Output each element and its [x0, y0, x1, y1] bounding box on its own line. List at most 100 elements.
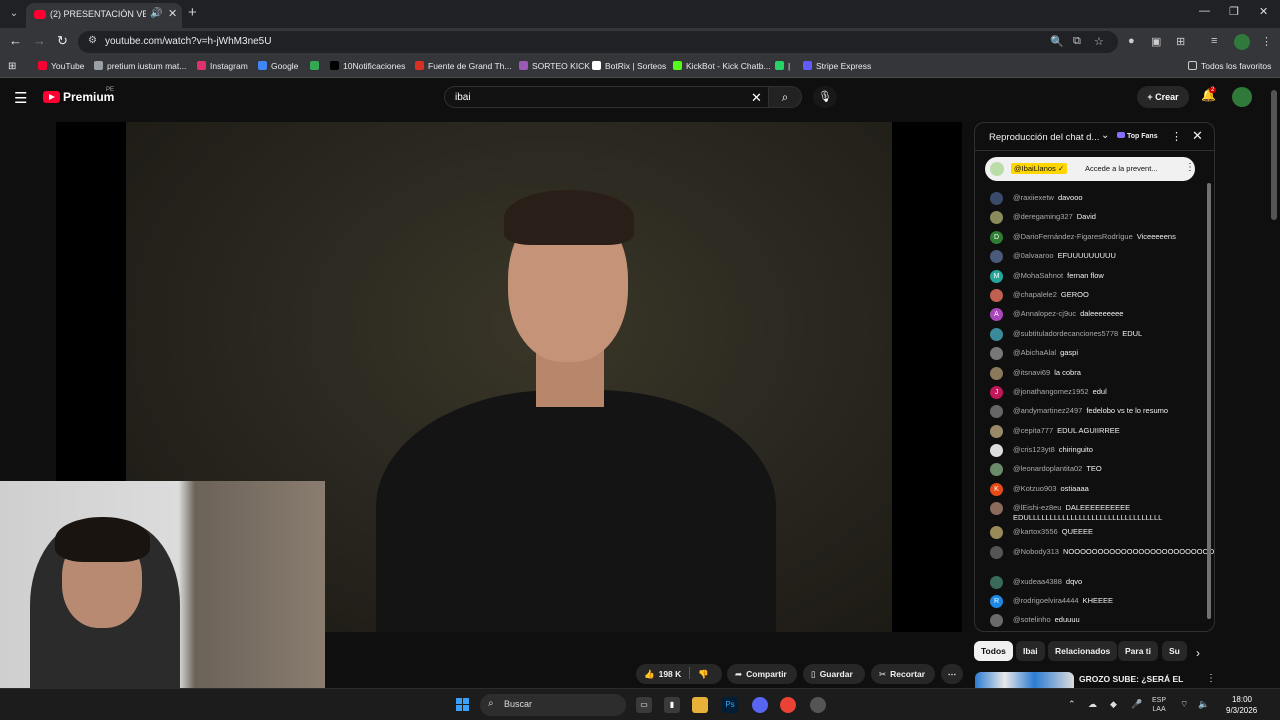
- chat-message[interactable]: @deregaming327 David: [975, 208, 1205, 227]
- chat-username[interactable]: @deregaming327: [1013, 212, 1073, 221]
- minimize-icon[interactable]: —: [1199, 5, 1210, 17]
- chat-message[interactable]: M @MohaSahnot fernan flow: [975, 267, 1205, 286]
- obs-icon[interactable]: [810, 697, 826, 713]
- app-icon[interactable]: ▮: [664, 697, 680, 713]
- save-button[interactable]: ▯ Guardar: [803, 664, 865, 684]
- chat-username[interactable]: @0alvaaroo: [1013, 251, 1054, 260]
- chat-message[interactable]: @chapalele2 GEROO: [975, 286, 1205, 305]
- chat-username[interactable]: @DarioFernández-FigaresRodrígue: [1013, 232, 1133, 241]
- account-avatar[interactable]: [1232, 87, 1252, 107]
- chat-message[interactable]: @sotelinho eduuuu: [975, 611, 1205, 630]
- like-count[interactable]: 198 K: [659, 669, 682, 679]
- pinned-more-icon[interactable]: ⋮: [1185, 162, 1195, 173]
- voice-search-button[interactable]: 🎙: [813, 86, 837, 108]
- task-view-icon[interactable]: ▭: [636, 697, 652, 713]
- chevron-right-icon[interactable]: ›: [1196, 646, 1200, 660]
- menu-icon[interactable]: ☰: [14, 89, 27, 107]
- address-bar[interactable]: ⚙ youtube.com/watch?v=h-jWhM3ne5U 🔍 ⧉ ☆: [78, 31, 1118, 53]
- apps-grid-icon[interactable]: ⊞: [8, 61, 16, 72]
- taskbar-search[interactable]: ⌕ Buscar: [480, 694, 626, 716]
- language-indicator[interactable]: ESP LAA: [1152, 696, 1166, 714]
- chat-message[interactable]: @Nobody313NOOOOOOOOOOOOOOOOOOOOOOOOOOOOO…: [975, 543, 1214, 573]
- chat-message[interactable]: J @jonathangomez1952 edul: [975, 383, 1205, 402]
- bookmark-item[interactable]: 10Notificaciones: [330, 61, 405, 71]
- site-info-icon[interactable]: ⚙: [88, 35, 97, 46]
- file-explorer-icon[interactable]: [692, 697, 708, 713]
- clip-button[interactable]: ✂ Recortar: [871, 664, 935, 684]
- address-url[interactable]: youtube.com/watch?v=h-jWhM3ne5U: [105, 36, 271, 47]
- chrome-icon[interactable]: [780, 697, 796, 713]
- bookmark-star-icon[interactable]: ☆: [1094, 35, 1104, 48]
- bookmark-item[interactable]: BotRix | Sorteos: [592, 61, 666, 71]
- chat-title[interactable]: Reproducción del chat d...: [989, 132, 1101, 143]
- tab-search-icon[interactable]: ⌄: [6, 6, 22, 22]
- chat-scrollbar[interactable]: [1207, 183, 1211, 619]
- window-close-icon[interactable]: ✕: [1259, 5, 1268, 18]
- chat-message[interactable]: @cepita777 EDUL AGUIIRREE: [975, 422, 1205, 441]
- chat-username[interactable]: @cepita777: [1013, 426, 1053, 435]
- clear-search-icon[interactable]: ✕: [751, 90, 762, 106]
- chat-username[interactable]: @leonardoplantita02: [1013, 464, 1082, 473]
- chat-more-icon[interactable]: ⋮: [1171, 130, 1182, 143]
- chat-username[interactable]: @cris123yt8: [1013, 445, 1055, 454]
- share-button[interactable]: ➦ Compartir: [727, 664, 797, 684]
- tray-app-icon[interactable]: ☁: [1088, 699, 1097, 710]
- chat-username[interactable]: @sotelinho: [1013, 615, 1051, 624]
- chat-username[interactable]: @Kotzuo903: [1013, 484, 1056, 493]
- chip-3[interactable]: Para ti: [1118, 641, 1158, 661]
- tab-audio-icon[interactable]: 🔊: [150, 8, 162, 19]
- wifi-icon[interactable]: ⌔: [1180, 699, 1188, 710]
- profile-avatar[interactable]: [1234, 34, 1250, 50]
- chat-username[interactable]: @Nobody313: [1013, 547, 1059, 556]
- bookmark-item[interactable]: KickBot - Kick Chatb...: [673, 61, 771, 71]
- chat-message[interactable]: @leonardoplantita02 TEO: [975, 460, 1205, 479]
- all-favorites-folder[interactable]: Todos los favoritos: [1188, 61, 1271, 71]
- chip-0[interactable]: Todos: [974, 641, 1013, 661]
- page-scrollbar[interactable]: [1271, 90, 1277, 220]
- active-tab[interactable]: (2) PRESENTACIÓN VELADA 🔊 ✕: [26, 3, 182, 28]
- create-button[interactable]: + Crear: [1137, 86, 1189, 108]
- chat-message[interactable]: @0alvaaroo EFUUUUUUUUU: [975, 247, 1205, 266]
- bookmark-item[interactable]: [310, 61, 323, 71]
- reading-list-icon[interactable]: ≡: [1211, 35, 1217, 47]
- chat-message[interactable]: @itsnavi69 la cobra: [975, 364, 1205, 383]
- extension-drop-icon[interactable]: ●: [1128, 35, 1135, 47]
- chip-1[interactable]: Ibai: [1016, 641, 1045, 661]
- discord-icon[interactable]: [752, 697, 768, 713]
- chat-username[interactable]: @Annalopez-cj9uc: [1013, 309, 1076, 318]
- chat-message[interactable]: A @Annalopez-cj9uc daleeeeeeee: [975, 305, 1205, 324]
- like-icon[interactable]: 👍: [644, 669, 655, 679]
- restore-icon[interactable]: ❐: [1229, 5, 1239, 18]
- chat-message[interactable]: @lEishi-ez8eu DALEEEEEEEEEE EDULLLLLLLLLL…: [975, 499, 1205, 523]
- chat-username[interactable]: @AbichaAlal: [1013, 348, 1056, 357]
- chip-4[interactable]: Su: [1162, 641, 1187, 661]
- chat-message[interactable]: @raxiiexetw davooo: [975, 189, 1205, 208]
- bookmark-item[interactable]: Google: [258, 61, 298, 71]
- extension-card-icon[interactable]: ▣: [1151, 35, 1161, 48]
- chat-username[interactable]: @itsnavi69: [1013, 368, 1050, 377]
- chat-username[interactable]: @subtituladordecanciones5778: [1013, 329, 1118, 338]
- forward-icon[interactable]: →: [33, 33, 46, 48]
- chat-message[interactable]: @cris123yt8 chiringuito: [975, 441, 1205, 460]
- chat-username[interactable]: @MohaSahnot: [1013, 271, 1063, 280]
- chat-message[interactable]: @AbichaAlal gaspi: [975, 344, 1205, 363]
- tab-close-icon[interactable]: ✕: [168, 7, 177, 20]
- chat-message[interactable]: @kartox3556 QUEEEE: [975, 523, 1205, 542]
- bookmark-item[interactable]: SORTEO KICK: [519, 61, 590, 71]
- recommended-more-icon[interactable]: ⋮: [1206, 673, 1216, 684]
- chat-message[interactable]: @xudeaa4388 dqvo: [975, 573, 1205, 592]
- search-input[interactable]: ibai ✕: [444, 86, 774, 108]
- chat-username[interactable]: @lEishi-ez8eu: [1013, 503, 1061, 512]
- chat-message[interactable]: @andymartinez2497 fedelobo vs te lo resum…: [975, 402, 1205, 421]
- chat-username[interactable]: @chapalele2: [1013, 290, 1057, 299]
- youtube-logo-icon[interactable]: [43, 91, 60, 103]
- bookmark-item[interactable]: Stripe Express: [803, 61, 871, 71]
- chat-message[interactable]: R @rodrigoelvira4444 KHEEEE: [975, 592, 1205, 611]
- back-icon[interactable]: ←: [9, 33, 22, 48]
- chat-username[interactable]: @raxiiexetw: [1013, 193, 1054, 202]
- bookmark-item[interactable]: YouTube: [38, 61, 84, 71]
- chip-2[interactable]: Relacionados: [1048, 641, 1118, 661]
- dislike-icon[interactable]: 👎: [698, 669, 709, 679]
- tray-shield-icon[interactable]: ◆: [1110, 699, 1117, 710]
- reload-icon[interactable]: ↻: [57, 33, 68, 49]
